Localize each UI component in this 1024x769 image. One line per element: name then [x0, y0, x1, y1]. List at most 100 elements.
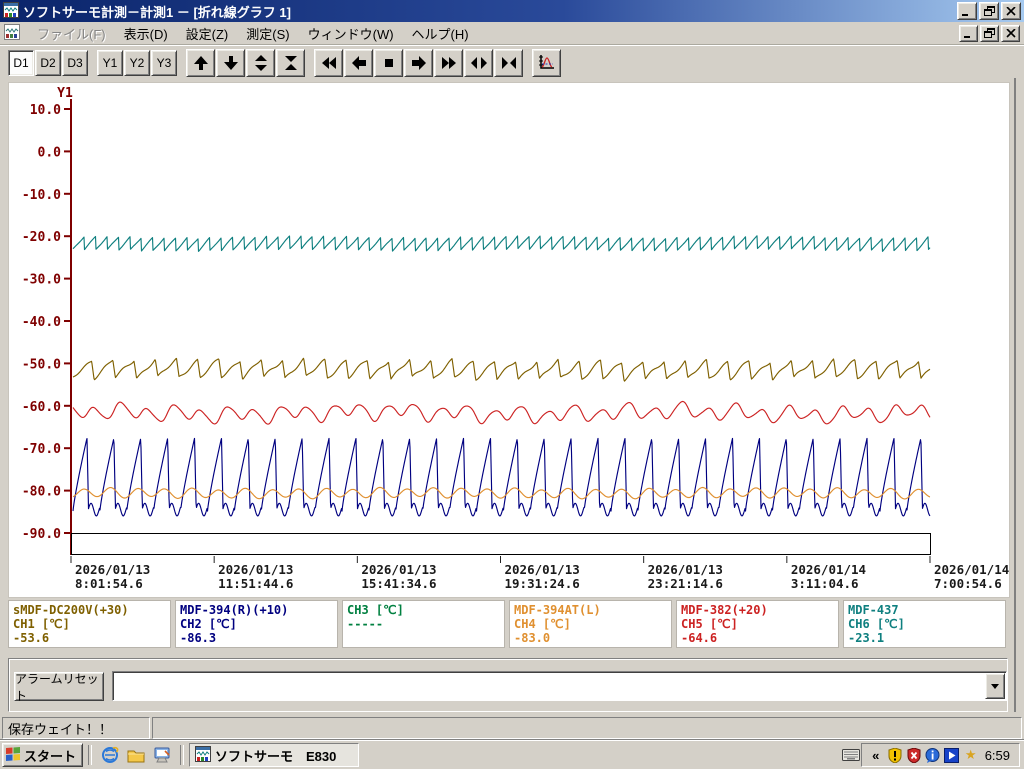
graph-settings-button[interactable] [532, 49, 561, 77]
arrow-right-icon [411, 55, 427, 71]
fast-forward-button[interactable] [434, 49, 463, 77]
keyboard-icon[interactable] [841, 746, 861, 764]
toolbar: D1 D2 D3 Y1 Y2 Y3 [0, 45, 1024, 79]
ie-icon[interactable] [99, 744, 121, 766]
series-CH1 [73, 358, 930, 381]
start-button[interactable]: スタート [2, 743, 83, 767]
menu-file[interactable]: ファイル(F) [28, 22, 115, 45]
step-backward-button[interactable] [344, 49, 373, 77]
media-play-icon[interactable] [944, 747, 960, 763]
expand-vertical-button[interactable] [246, 49, 275, 77]
y3-button[interactable]: Y3 [151, 50, 177, 76]
compress-horizontal-icon [501, 55, 517, 71]
channel-value: -64.6 [681, 631, 834, 645]
alarm-combo-input[interactable] [115, 674, 982, 698]
application-window: ソフトサーモ計測－計測1 － [折れ線グラフ 1] ファイル(F) 表示(D) … [0, 0, 1024, 768]
legend-cell-ch6[interactable]: MDF-437 CH6 [℃] -23.1 [843, 600, 1006, 648]
channel-label: CH6 [℃] [848, 617, 1001, 631]
windows-logo-icon [6, 747, 21, 764]
menu-settings[interactable]: 設定(Z) [177, 22, 238, 45]
y-tick-label: -40.0 [22, 315, 61, 330]
expand-horizontal-icon [471, 55, 487, 71]
stop-button[interactable] [374, 49, 403, 77]
x-tick-time: 23:21:14.6 [648, 576, 723, 591]
arrow-left-icon [351, 55, 367, 71]
series-CH5 [73, 402, 930, 425]
security-warning-shield-icon[interactable] [887, 747, 903, 763]
compress-horizontal-button[interactable] [494, 49, 523, 77]
status-bar: 保存ウェイト！！ [0, 714, 1024, 739]
y1-button[interactable]: Y1 [97, 50, 123, 76]
menu-window[interactable]: ウィンドウ(W) [299, 22, 403, 45]
y-tick-label: -80.0 [22, 485, 61, 500]
app-icon [195, 746, 211, 765]
line-chart-panel: Y110.00.0-10.0-20.0-30.0-40.0-50.0-60.0-… [8, 82, 1010, 598]
compress-vertical-button[interactable] [276, 49, 305, 77]
tray-collapse-chevron[interactable]: « [868, 747, 884, 763]
y-tick-label: -90.0 [22, 527, 61, 542]
x-tick-time: 7:00:54.6 [934, 576, 1002, 591]
step-forward-button[interactable] [404, 49, 433, 77]
channel-name: MDF-394(R)(+10) [180, 603, 333, 617]
x-tick-time: 8:01:54.6 [75, 576, 143, 591]
legend-cell-ch4[interactable]: MDF-394AT(L) CH4 [℃] -83.0 [509, 600, 672, 648]
compress-vertical-icon [283, 55, 299, 71]
legend-cell-ch5[interactable]: MDF-382(+20) CH5 [℃] -64.6 [676, 600, 839, 648]
line-chart[interactable]: Y110.00.0-10.0-20.0-30.0-40.0-50.0-60.0-… [9, 83, 1009, 597]
window-title: ソフトサーモ計測－計測1 － [折れ線グラフ 1] [23, 2, 291, 21]
combo-dropdown-button[interactable] [985, 673, 1005, 699]
restore-button[interactable] [979, 2, 999, 20]
channel-label: CH5 [℃] [681, 617, 834, 631]
chevron-down-icon [991, 684, 999, 689]
taskbar-divider [180, 745, 184, 765]
alarm-combo-box[interactable] [112, 671, 1007, 701]
d1-button[interactable]: D1 [8, 50, 34, 76]
close-button[interactable] [1001, 2, 1021, 20]
d3-button[interactable]: D3 [62, 50, 88, 76]
star-icon[interactable]: ★ [963, 747, 979, 763]
chart-icon [538, 54, 555, 71]
series-CH6 [73, 236, 930, 252]
child-restore-button[interactable] [980, 25, 999, 42]
x-tick-date: 2026/01/14 [791, 562, 866, 577]
info-balloon-icon[interactable] [925, 747, 941, 763]
scroll-up-button[interactable] [186, 49, 215, 77]
x-tick-time: 15:41:34.6 [361, 576, 436, 591]
task-button-softthermo[interactable]: ソフトサーモ E830 [189, 743, 359, 767]
scroll-down-button[interactable] [216, 49, 245, 77]
channel-value: -86.3 [180, 631, 333, 645]
menu-measure[interactable]: 測定(S) [237, 22, 298, 45]
window-border [1014, 78, 1016, 712]
expand-horizontal-button[interactable] [464, 49, 493, 77]
x-tick-date: 2026/01/13 [75, 562, 150, 577]
taskbar: スタート ソフトサーモ E830 « [0, 740, 1024, 769]
y-axis-title: Y1 [57, 86, 73, 101]
show-desktop-icon[interactable] [151, 744, 173, 766]
folder-icon[interactable] [125, 744, 147, 766]
legend-cell-ch3[interactable]: CH3 [℃] ----- [342, 600, 505, 648]
channel-value: -83.0 [514, 631, 667, 645]
series-CH2 [73, 438, 930, 516]
menu-help[interactable]: ヘルプ(H) [403, 22, 478, 45]
d2-button[interactable]: D2 [35, 50, 61, 76]
y2-button[interactable]: Y2 [124, 50, 150, 76]
alarm-reset-button[interactable]: アラームリセット [14, 672, 104, 701]
minimize-button[interactable] [957, 2, 977, 20]
channel-value: -53.6 [13, 631, 166, 645]
expand-vertical-icon [253, 55, 269, 71]
taskbar-divider [88, 745, 92, 765]
status-cell-empty [152, 717, 1022, 739]
arrow-up-icon [193, 55, 209, 71]
legend-cell-ch2[interactable]: MDF-394(R)(+10) CH2 [℃] -86.3 [175, 600, 338, 648]
channel-value: ----- [347, 617, 500, 631]
arrow-down-icon [223, 55, 239, 71]
y-tick-label: -60.0 [22, 400, 61, 415]
legend-cell-ch1[interactable]: sMDF-DC200V(+30) CH1 [℃] -53.6 [8, 600, 171, 648]
security-alert-shield-icon[interactable] [906, 747, 922, 763]
child-minimize-button[interactable] [959, 25, 978, 42]
channel-label: CH4 [℃] [514, 617, 667, 631]
fast-backward-button[interactable] [314, 49, 343, 77]
menu-view[interactable]: 表示(D) [115, 22, 177, 45]
child-close-button[interactable] [1001, 25, 1020, 42]
child-window-icon[interactable] [4, 24, 20, 43]
